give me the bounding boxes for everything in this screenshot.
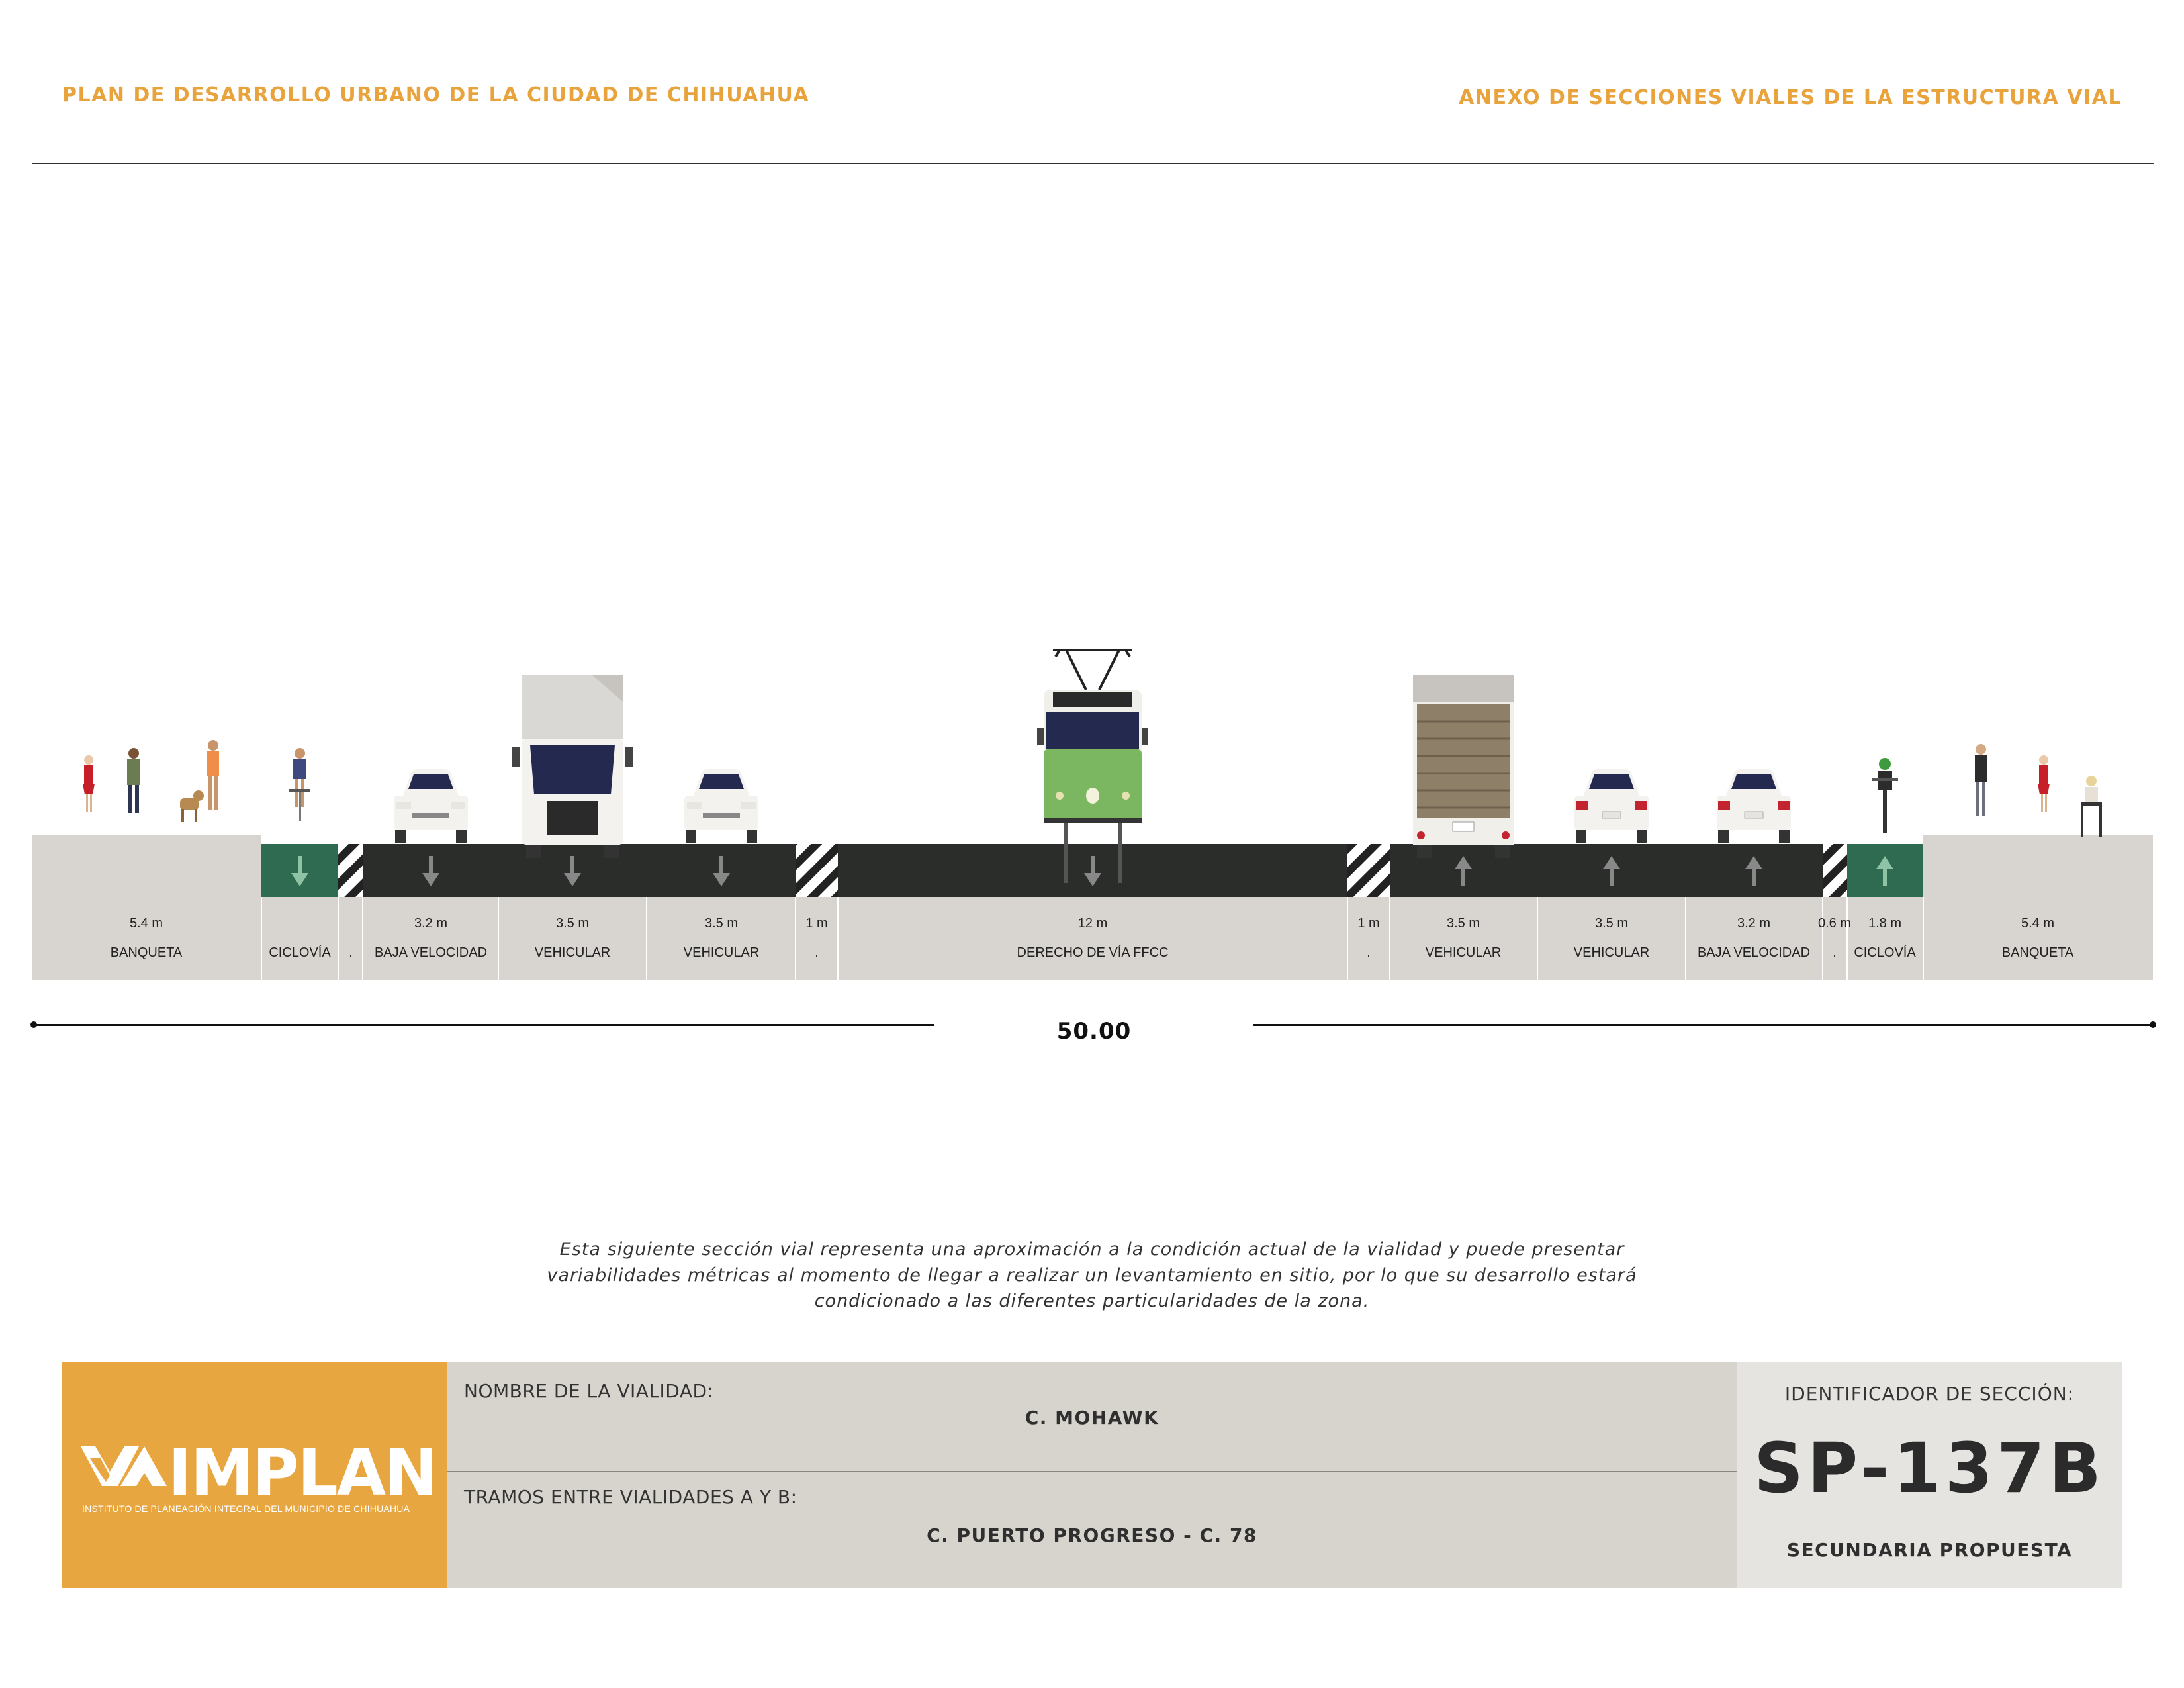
lane-name: BANQUETA: [110, 945, 183, 960]
logo-subtitle: INSTITUTO DE PLANEACIÓN INTEGRAL DEL MUN…: [82, 1503, 410, 1514]
truck-front-icon: [512, 675, 633, 858]
segments-label: TRAMOS ENTRE VIALIDADES A Y B:: [464, 1486, 797, 1508]
roadway-left: [363, 844, 796, 897]
median-left: [796, 844, 838, 897]
lane-width: 3.5 m: [555, 916, 590, 931]
pedestrian-icon: [83, 755, 95, 812]
lane-name: DERECHO DE VÍA FFCC: [1017, 945, 1169, 960]
lane-name: BANQUETA: [2001, 945, 2074, 960]
lane-name: CICLOVÍA: [1854, 945, 1916, 960]
lane-name: CICLOVÍA: [269, 945, 331, 960]
lane-name: BAJA VELOCIDAD: [374, 945, 488, 960]
median-right: [1347, 844, 1390, 897]
dimension-endpoint: [2150, 1021, 2156, 1028]
section-id: SP-137B: [1754, 1428, 2105, 1509]
lane-width: 3.2 m: [1737, 916, 1771, 931]
implan-mark-icon: [81, 1446, 167, 1486]
section-id-label: IDENTIFICADOR DE SECCIÓN:: [1784, 1383, 2075, 1405]
lane-name: .: [349, 945, 353, 960]
roadway-right: [1390, 844, 1823, 897]
total-width: 50.00: [1056, 1018, 1132, 1045]
lane-width: 0.6 m: [1817, 916, 1852, 931]
lane-width: 1 m: [1357, 916, 1380, 931]
road-name: C. MOHAWK: [1024, 1407, 1160, 1429]
scooter-rider-icon: [289, 748, 310, 821]
dimension-line-left: [33, 1024, 934, 1026]
title-block: IMPLAN INSTITUTO DE PLANEACIÓN INTEGRAL …: [62, 1362, 2122, 1588]
pedestrian-icon: [207, 740, 219, 810]
pedestrian-icon: [127, 748, 140, 813]
lane-width: 3.5 m: [1446, 916, 1480, 931]
buffer-left: [338, 844, 363, 897]
lane-name: VEHICULAR: [1425, 945, 1502, 960]
lane-name: VEHICULAR: [683, 945, 760, 960]
buffer-right: [1823, 844, 1847, 897]
road-info-panel: NOMBRE DE LA VIALIDAD: C. MOHAWK TRAMOS …: [447, 1362, 1737, 1588]
lane-width: 1 m: [805, 916, 828, 931]
car-front-icon: [394, 769, 468, 843]
lane-width: 3.5 m: [704, 916, 739, 931]
dimension-line-right: [1253, 1024, 2152, 1026]
lane-name: BAJA VELOCIDAD: [1697, 945, 1811, 960]
section-id-panel: IDENTIFICADOR DE SECCIÓN: SP-137B SECUND…: [1737, 1362, 2122, 1588]
lane-width: 5.4 m: [2021, 916, 2055, 931]
disclaimer-text: Esta siguiente sección vial representa u…: [547, 1239, 1637, 1311]
lane-width: 3.2 m: [414, 916, 448, 931]
cyclist-icon: [1872, 758, 1898, 833]
segments-value: C. PUERTO PROGRESO - C. 78: [927, 1524, 1257, 1546]
lane-width: 5.4 m: [129, 916, 163, 931]
dog-icon: [180, 790, 204, 822]
label-band: [32, 897, 2153, 980]
implan-logo: IMPLAN INSTITUTO DE PLANEACIÓN INTEGRAL …: [62, 1362, 447, 1588]
road-name-label: NOMBRE DE LA VIALIDAD:: [464, 1380, 714, 1402]
lane-name: .: [815, 945, 819, 960]
lane-name: .: [1833, 945, 1837, 960]
lane-width: 1.8 m: [1868, 916, 1902, 931]
car-front-icon: [684, 769, 758, 843]
car-rear-icon: [1717, 769, 1791, 843]
info-divider: [447, 1471, 1737, 1472]
lane-name: VEHICULAR: [1573, 945, 1650, 960]
road-classification: SECUNDARIA PROPUESTA: [1786, 1539, 2073, 1561]
lane-name: VEHICULAR: [534, 945, 611, 960]
pedestrian-icon: [2038, 755, 2050, 812]
lane-width: 12 m: [1077, 916, 1108, 931]
lane-name: .: [1367, 945, 1371, 960]
pedestrian-icon: [1975, 744, 1987, 816]
lane-width: 3.5 m: [1594, 916, 1629, 931]
truck-rear-icon: [1413, 675, 1514, 858]
wheelchair-user-icon: [2081, 776, 2102, 837]
dimension-endpoint: [30, 1021, 37, 1028]
logo-wordmark: IMPLAN: [168, 1436, 437, 1510]
car-rear-icon: [1574, 769, 1649, 843]
